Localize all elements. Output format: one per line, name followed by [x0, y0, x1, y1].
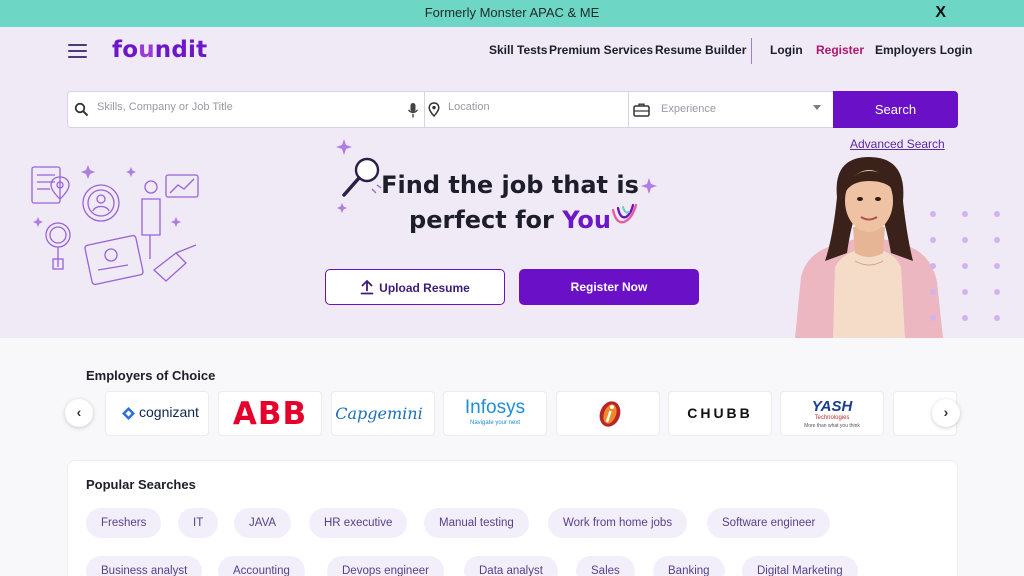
employer-logo-cognizant[interactable]: cognizant — [105, 391, 209, 436]
experience-select[interactable]: Experience — [661, 103, 716, 115]
employer-logo-chubb[interactable]: CHUBB — [668, 391, 772, 436]
microphone-icon[interactable] — [407, 102, 419, 119]
briefcase-icon — [633, 103, 650, 117]
search-chip[interactable]: Banking — [653, 556, 725, 576]
search-chip[interactable]: Business analyst — [86, 556, 203, 576]
upload-resume-button[interactable]: Upload Resume — [325, 269, 505, 305]
cognizant-mark-icon — [122, 407, 135, 420]
banner-close-button[interactable]: X — [935, 4, 946, 22]
employer-logo-infosys[interactable]: Infosys Navigate your next — [443, 391, 547, 436]
search-chip[interactable]: Data analyst — [464, 556, 558, 576]
search-chip[interactable]: Sales — [576, 556, 635, 576]
employer-logo-capgemini[interactable]: Capgemini — [331, 391, 435, 436]
nav-employers-login[interactable]: Employers Login — [875, 43, 972, 57]
career-illustration — [31, 165, 199, 286]
headline-you: You — [562, 206, 611, 234]
nav-skill-tests[interactable]: Skill Tests — [489, 43, 547, 57]
search-chip[interactable]: Accounting — [218, 556, 305, 576]
search-chip[interactable]: IT — [178, 508, 219, 538]
search-chip[interactable]: Work from home jobs — [548, 508, 688, 538]
search-chip[interactable]: Devops engineer — [327, 556, 444, 576]
hero-headline: Find the job that is perfect for You — [380, 168, 640, 238]
keyword-input[interactable] — [97, 101, 397, 113]
nav-register[interactable]: Register — [816, 43, 864, 57]
top-banner: Formerly Monster APAC & ME X — [0, 0, 1024, 27]
nav-resume-builder[interactable]: Resume Builder — [655, 43, 746, 57]
advanced-search-link[interactable]: Advanced Search — [850, 137, 945, 151]
popular-searches-title: Popular Searches — [86, 477, 196, 492]
location-input[interactable] — [448, 101, 618, 113]
upload-icon — [360, 279, 374, 294]
chevron-down-icon[interactable] — [813, 105, 821, 110]
employer-logo-yash[interactable]: YASH Technologies More than what you thi… — [780, 391, 884, 436]
employers-section-title: Employers of Choice — [86, 368, 216, 383]
hero-section: foundit Skill Tests Premium Services Res… — [0, 27, 1024, 338]
search-chip[interactable]: HR executive — [309, 508, 408, 538]
search-button[interactable]: Search — [833, 91, 958, 128]
icici-logo-mark — [599, 401, 621, 427]
foundit-logo[interactable]: foundit — [112, 37, 207, 63]
employer-logo-abb[interactable]: ABB — [218, 391, 322, 436]
nav-login[interactable]: Login — [770, 43, 803, 57]
search-chip[interactable]: Software engineer — [707, 508, 831, 538]
carousel-prev-button[interactable]: ‹ — [65, 399, 93, 427]
nav-divider — [751, 38, 752, 64]
search-chip[interactable]: Manual testing — [424, 508, 529, 538]
job-search-bar: Experience Search — [67, 91, 958, 128]
banner-text: Formerly Monster APAC & ME — [424, 5, 600, 20]
search-chip[interactable]: JAVA — [234, 508, 292, 538]
search-separator — [424, 92, 425, 127]
employer-logo-icici[interactable] — [556, 391, 660, 436]
register-now-button[interactable]: Register Now — [519, 269, 699, 305]
carousel-next-button[interactable]: › — [932, 399, 960, 427]
search-icon — [74, 102, 89, 117]
search-chip[interactable]: Freshers — [86, 508, 162, 538]
swoosh-accent-icon — [611, 203, 638, 224]
headline-line-1: Find the job that is — [381, 171, 639, 199]
search-chip[interactable]: Digital Marketing — [742, 556, 858, 576]
woman-photo — [795, 157, 943, 338]
nav-premium-services[interactable]: Premium Services — [549, 43, 653, 57]
hamburger-menu-icon[interactable] — [68, 44, 87, 58]
headline-line-2: perfect for You — [409, 206, 611, 234]
search-separator — [628, 92, 629, 127]
location-pin-icon — [428, 102, 440, 117]
sparkle-icon — [641, 178, 657, 194]
